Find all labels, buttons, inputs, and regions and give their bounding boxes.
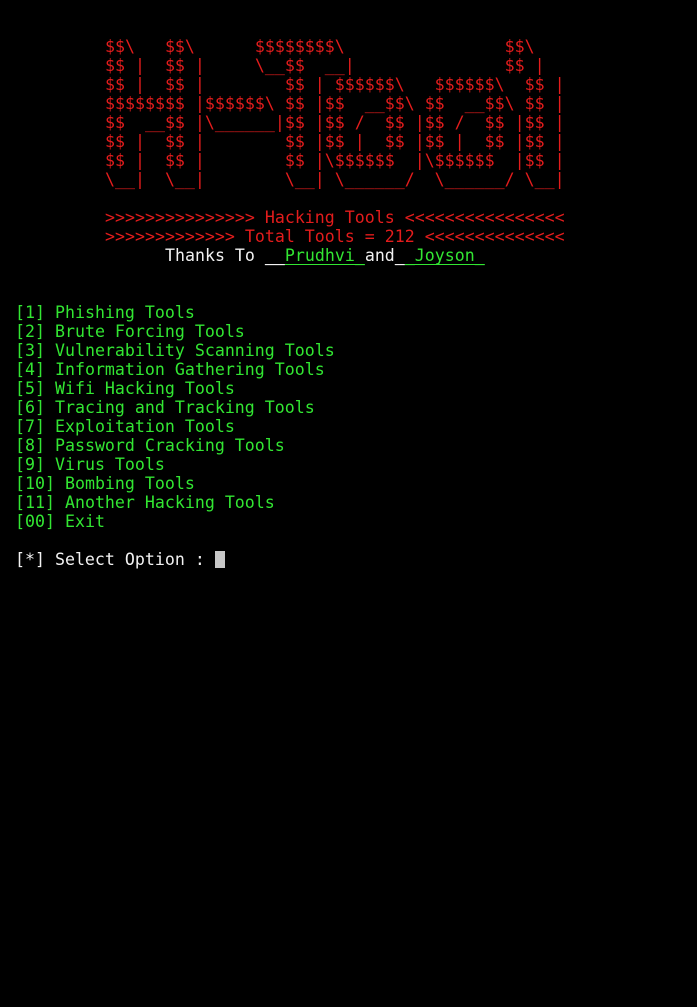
credits-line: Thanks To __Prudhvi_and__Joyson_ <box>165 246 485 265</box>
banner-line: $$ | $$ | $$ |\$$$$$$ |\$$$$$$ |$$ | <box>105 151 565 170</box>
option-label: Information Gathering Tools <box>54 360 325 379</box>
option-label: Another Hacking Tools <box>64 493 275 512</box>
option-label: Exit <box>64 512 105 531</box>
credits-separator: __ <box>264 246 285 265</box>
option-key: [2] <box>15 322 45 341</box>
option-label: Virus Tools <box>54 455 165 474</box>
menu-option-another-hacking[interactable]: [11] Another Hacking Tools <box>15 493 275 512</box>
option-label: Tracing and Tracking Tools <box>54 398 315 417</box>
credits-joiner: and <box>364 246 395 265</box>
option-key: [3] <box>15 341 45 360</box>
option-key: [00] <box>15 512 55 531</box>
menu-option-phishing[interactable]: [1] Phishing Tools <box>15 303 195 322</box>
banner-line: $$\ $$\ $$$$$$$$\ $$\ <box>105 37 535 56</box>
credit-name-joyson: _Joyson_ <box>404 246 485 265</box>
option-label: Vulnerability Scanning Tools <box>54 341 335 360</box>
option-key: [8] <box>15 436 45 455</box>
text-cursor[interactable] <box>214 551 225 568</box>
tool-title-line: >>>>>>>>>>>>>>> Hacking Tools <<<<<<<<<<… <box>105 208 565 227</box>
banner-line: $$ | $$ | $$ | $$$$$$\ $$$$$$\ $$ | <box>105 75 565 94</box>
menu-option-password-cracking[interactable]: [8] Password Cracking Tools <box>15 436 285 455</box>
menu-option-exploitation[interactable]: [7] Exploitation Tools <box>15 417 235 436</box>
menu-option-brute-forcing[interactable]: [2] Brute Forcing Tools <box>15 322 245 341</box>
option-key: [6] <box>15 398 45 417</box>
menu-option-information-gathering[interactable]: [4] Information Gathering Tools <box>15 360 325 379</box>
option-label: Password Cracking Tools <box>54 436 285 455</box>
option-key: [9] <box>15 455 45 474</box>
banner-line: $$ | $$ | \__$$ __| $$ | <box>105 56 545 75</box>
option-key: [1] <box>15 303 45 322</box>
banner-line: $$ | $$ | $$ |$$ | $$ |$$ | $$ |$$ | <box>105 132 565 151</box>
banner-line: $$$$$$$$ |$$$$$$\ $$ |$$ __$$\ $$ __$$\ … <box>105 94 565 113</box>
terminal-window[interactable]: $$\ $$\ $$$$$$$$\ $$\ $$ | $$ | \__$$ __… <box>0 0 697 1007</box>
option-label: Brute Forcing Tools <box>54 322 245 341</box>
menu-option-vulnerability-scanning[interactable]: [3] Vulnerability Scanning Tools <box>15 341 335 360</box>
menu-option-bombing[interactable]: [10] Bombing Tools <box>15 474 195 493</box>
credit-name-prudhvi: Prudhvi_ <box>284 246 365 265</box>
option-key: [7] <box>15 417 45 436</box>
menu-option-tracing-tracking[interactable]: [6] Tracing and Tracking Tools <box>15 398 315 417</box>
option-label: Bombing Tools <box>64 474 195 493</box>
option-key: [10] <box>15 474 55 493</box>
menu-option-exit[interactable]: [00] Exit <box>15 512 105 531</box>
total-tools-line: >>>>>>>>>>>>> Total Tools = 212 <<<<<<<<… <box>105 227 565 246</box>
option-label: Phishing Tools <box>54 303 195 322</box>
select-option-prompt[interactable]: [*] Select Option : <box>15 550 225 569</box>
prompt-label: [*] Select Option : <box>15 550 215 569</box>
credits-separator: _ <box>394 246 405 265</box>
option-label: Wifi Hacking Tools <box>54 379 235 398</box>
option-key: [11] <box>15 493 55 512</box>
option-label: Exploitation Tools <box>54 417 235 436</box>
option-key: [5] <box>15 379 45 398</box>
option-key: [4] <box>15 360 45 379</box>
menu-option-virus[interactable]: [9] Virus Tools <box>15 455 165 474</box>
banner-line: \__| \__| \__| \______/ \______/ \__| <box>105 170 565 189</box>
banner-line: $$ __$$ |\______|$$ |$$ / $$ |$$ / $$ |$… <box>105 113 565 132</box>
thanks-label: Thanks To <box>165 246 265 265</box>
menu-option-wifi-hacking[interactable]: [5] Wifi Hacking Tools <box>15 379 235 398</box>
